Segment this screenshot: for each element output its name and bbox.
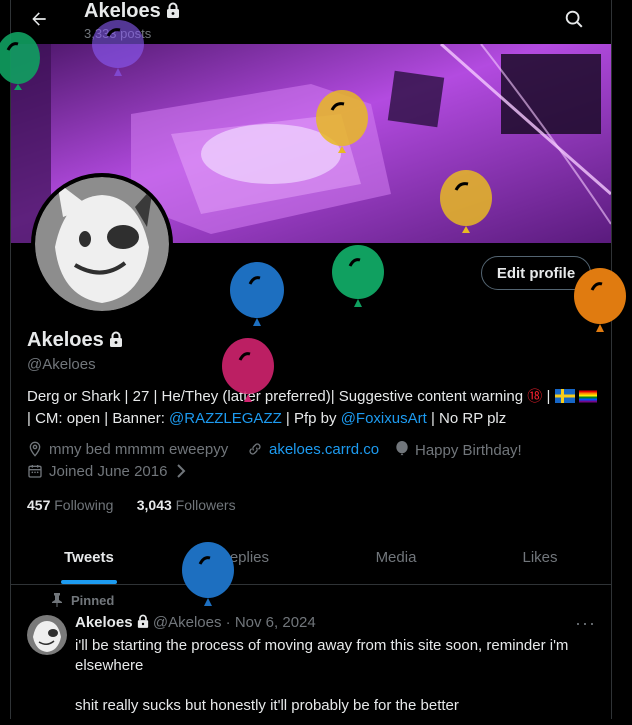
age-18-badge: ⑱ <box>527 388 543 405</box>
link-icon <box>249 443 261 455</box>
profile-location: mmy bed mmmm eweepyy <box>27 441 228 458</box>
pin-icon <box>52 593 62 607</box>
chevron-right-icon[interactable] <box>175 464 187 478</box>
balloon-icon <box>182 542 234 606</box>
bio-text: | Pfp by <box>281 410 341 427</box>
lock-icon <box>137 614 148 628</box>
profile-stats: 457 Following 3,043 Followers <box>27 497 236 513</box>
bio-text: Derg or Shark | 27 | He/They (latter pre… <box>27 388 528 405</box>
calendar-icon <box>28 465 42 478</box>
pinned-label: Pinned <box>51 593 114 608</box>
tweet-header: Akeloes @Akeloes · Nov 6, 2024 <box>75 614 316 631</box>
profile-website[interactable]: akeloes.carrd.co <box>247 441 379 458</box>
bio-link-razzlegazz[interactable]: @RAZZLEGAZZ <box>169 410 282 427</box>
tweet-date-separator: · <box>221 614 235 631</box>
pinned-text: Pinned <box>71 593 115 608</box>
rainbow-flag-icon <box>578 390 597 403</box>
website-link[interactable]: akeloes.carrd.co <box>269 441 379 458</box>
profile-name-text: Akeloes <box>27 329 104 351</box>
tweet-text: i'll be starting the process of moving a… <box>75 637 569 714</box>
balloon-icon <box>574 268 626 332</box>
lock-icon <box>110 331 123 347</box>
pinned-tweet[interactable]: Pinned Akeloes @Akeloes · Nov 6, 2024 ··… <box>11 585 611 725</box>
profile-tabs: Tweets Replies Media Likes <box>11 530 611 585</box>
tweet-avatar[interactable] <box>27 615 67 655</box>
lock-icon <box>167 2 180 18</box>
profile-column: Akeloes 3,333 posts <box>10 0 612 719</box>
profile-birthday: Happy Birthday! <box>395 441 522 459</box>
tab-tweets[interactable]: Tweets <box>14 530 164 584</box>
profile-bio: Derg or Shark | 27 | He/They (latter pre… <box>27 386 597 430</box>
tab-likes[interactable]: Likes <box>465 530 615 584</box>
following-count: 457 <box>27 497 51 513</box>
following-link[interactable]: 457 Following <box>27 497 113 513</box>
tweet-date[interactable]: Nov 6, 2024 <box>235 614 316 631</box>
sweden-flag-icon <box>554 389 575 403</box>
joined-text: Joined June 2016 <box>49 463 168 480</box>
tweet-author-name[interactable]: Akeloes <box>75 614 133 631</box>
search-icon[interactable] <box>563 8 589 34</box>
followers-label: Followers <box>175 497 236 513</box>
balloon-icon <box>0 32 40 90</box>
balloon-icon <box>396 441 408 456</box>
followers-count: 3,043 <box>136 497 172 513</box>
birthday-text: Happy Birthday! <box>415 442 522 459</box>
profile-name: Akeloes <box>27 329 123 352</box>
balloon-icon <box>222 338 274 402</box>
bio-link-foxixusart[interactable]: @FoxixusArt <box>341 410 427 427</box>
balloon-icon <box>92 20 144 76</box>
tweet-author-handle[interactable]: @Akeloes <box>153 614 222 631</box>
bio-text: | CM: open | Banner: <box>27 410 170 427</box>
followers-link[interactable]: 3,043 Followers <box>137 497 236 513</box>
active-tab-indicator <box>61 580 117 584</box>
profile-avatar[interactable] <box>31 173 173 315</box>
location-icon <box>29 441 41 457</box>
balloon-icon <box>230 262 284 326</box>
following-label: Following <box>54 497 114 513</box>
balloon-icon <box>332 245 384 307</box>
bio-text: | No RP plz <box>426 410 507 427</box>
tab-media[interactable]: Media <box>321 530 471 584</box>
balloon-icon <box>316 90 368 153</box>
location-text: mmy bed mmmm eweepyy <box>49 441 229 458</box>
balloon-icon <box>440 170 492 233</box>
profile-joined: Joined June 2016 <box>27 463 193 480</box>
profile-handle: @Akeloes <box>27 356 96 373</box>
more-icon[interactable]: ··· <box>575 613 596 634</box>
